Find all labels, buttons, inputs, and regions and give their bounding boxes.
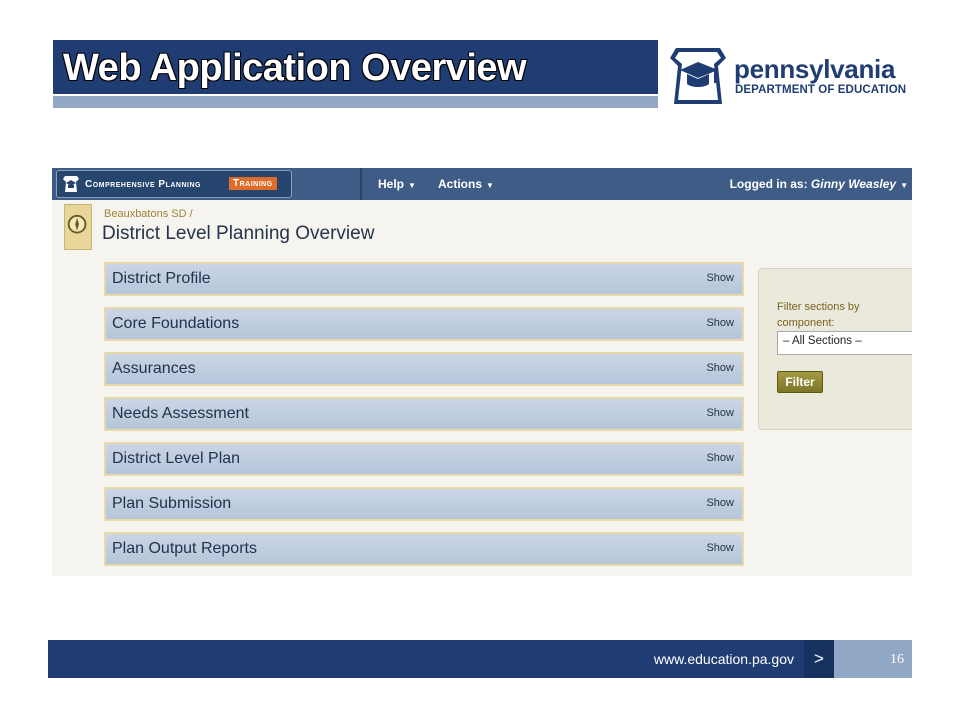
- logo-name: pennsylvania: [734, 54, 896, 84]
- app-brand-name: Comprehensive Planning: [85, 179, 201, 190]
- pa-education-logo: pennsylvania DEPARTMENT OF EDUCATION: [668, 44, 918, 106]
- compass-tab: [64, 204, 92, 250]
- page-number: 16: [890, 652, 904, 667]
- user-name: Ginny Weasley: [810, 177, 897, 191]
- caret-down-icon: ▼: [900, 181, 908, 190]
- filter-panel: Filter sections by component: – All Sect…: [758, 268, 912, 430]
- user-menu[interactable]: Logged in as: Ginny Weasley ▼: [730, 177, 908, 191]
- show-button[interactable]: Show: [706, 542, 734, 554]
- compass-icon: [67, 214, 87, 234]
- section-assurances[interactable]: Assurances Show: [104, 352, 744, 386]
- nav-divider: [360, 168, 362, 200]
- section-label: Plan Submission: [112, 495, 232, 512]
- training-badge: Training: [229, 177, 277, 190]
- logo-subtitle: DEPARTMENT OF EDUCATION: [735, 84, 907, 96]
- section-district-profile[interactable]: District Profile Show: [104, 262, 744, 296]
- app-topbar: Comprehensive Planning Training Help ▼ Ac…: [52, 168, 912, 200]
- caret-down-icon: ▼: [408, 181, 416, 190]
- show-button[interactable]: Show: [706, 497, 734, 509]
- section-label: Needs Assessment: [112, 405, 249, 422]
- section-label: District Profile: [112, 270, 211, 287]
- show-button[interactable]: Show: [706, 317, 734, 329]
- slide-title: Web Application Overview: [63, 47, 527, 89]
- section-label: Plan Output Reports: [112, 540, 257, 557]
- show-button[interactable]: Show: [706, 407, 734, 419]
- page-number-box: 16: [834, 640, 912, 678]
- caret-down-icon: ▼: [486, 181, 494, 190]
- section-needs-assessment[interactable]: Needs Assessment Show: [104, 397, 744, 431]
- section-label: District Level Plan: [112, 450, 241, 467]
- show-button[interactable]: Show: [706, 362, 734, 374]
- help-menu-label: Help: [378, 177, 405, 191]
- keystone-graduation-cap-icon: [670, 48, 726, 104]
- filter-selected-value: – All Sections –: [783, 335, 862, 347]
- section-label: Core Foundations: [112, 315, 240, 332]
- section-district-level-plan[interactable]: District Level Plan Show: [104, 442, 744, 476]
- app-brand[interactable]: Comprehensive Planning Training: [56, 170, 292, 198]
- section-plan-output-reports[interactable]: Plan Output Reports Show: [104, 532, 744, 566]
- page-title: District Level Planning Overview: [102, 223, 375, 244]
- section-plan-submission[interactable]: Plan Submission Show: [104, 487, 744, 521]
- next-slide-button[interactable]: >: [804, 640, 834, 678]
- section-label: Assurances: [112, 360, 196, 377]
- filter-label: Filter sections by component:: [777, 301, 860, 329]
- section-core-foundations[interactable]: Core Foundations Show: [104, 307, 744, 341]
- section-filter-select[interactable]: – All Sections – ▼: [777, 331, 912, 355]
- help-menu[interactable]: Help ▼: [378, 177, 416, 191]
- slide-footer: www.education.pa.gov > 16: [48, 640, 912, 678]
- actions-menu[interactable]: Actions ▼: [438, 177, 494, 191]
- keystone-icon: [63, 176, 79, 192]
- show-button[interactable]: Show: [706, 272, 734, 284]
- show-button[interactable]: Show: [706, 452, 734, 464]
- actions-menu-label: Actions: [438, 177, 483, 191]
- app-screenshot: Comprehensive Planning Training Help ▼ Ac…: [52, 168, 912, 576]
- breadcrumb[interactable]: Beauxbatons SD /: [104, 208, 193, 220]
- footer-url[interactable]: www.education.pa.gov: [654, 651, 794, 667]
- slide-title-underline: [53, 96, 658, 108]
- logged-in-label: Logged in as:: [729, 177, 808, 191]
- filter-button[interactable]: Filter: [777, 371, 823, 393]
